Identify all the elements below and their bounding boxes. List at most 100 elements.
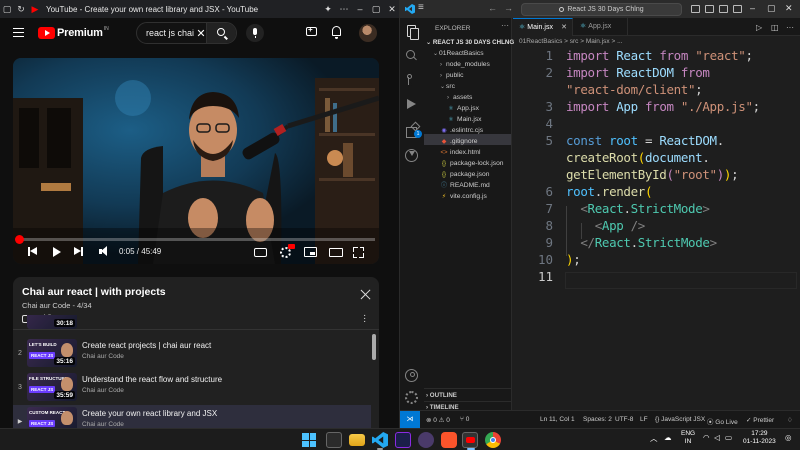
create-video-icon[interactable] bbox=[306, 25, 317, 36]
go-live-button[interactable]: ⦿ Go Live bbox=[707, 416, 738, 426]
account-icon[interactable] bbox=[405, 369, 418, 382]
tree-item[interactable]: {} package-lock.json bbox=[440, 158, 504, 169]
cursor-position[interactable]: Ln 11, Col 1 bbox=[540, 416, 575, 423]
menu-icon[interactable]: ≡ bbox=[418, 3, 425, 13]
playlist-item[interactable]: 30:18 bbox=[13, 315, 371, 330]
forward-arrow-icon[interactable]: → bbox=[504, 3, 513, 13]
brave-browser-icon[interactable] bbox=[441, 432, 457, 448]
customize-layout-icon[interactable] bbox=[733, 5, 742, 13]
file-explorer-icon[interactable] bbox=[349, 434, 365, 446]
playlist-item-current[interactable]: ▶ CUSTOM REACT REACT JS Create your own … bbox=[13, 405, 371, 428]
code-editor[interactable]: 1 2 3 4 5 6 7 8 9 10 11 import React from "react";… bbox=[513, 46, 800, 410]
toggle-sidebar-icon[interactable] bbox=[691, 5, 700, 13]
notifications-bell-icon[interactable] bbox=[332, 26, 341, 39]
video-progress-bar[interactable] bbox=[14, 235, 375, 244]
split-editor-icon[interactable]: ◫ bbox=[771, 23, 779, 32]
volume-icon[interactable] bbox=[99, 246, 111, 258]
menu-dots-icon[interactable]: ⋯ bbox=[336, 4, 352, 15]
project-root[interactable]: ⌄ REACT JS 30 DAYS CHLNG bbox=[426, 39, 514, 46]
onedrive-cloud-icon[interactable]: ☁ bbox=[664, 433, 672, 442]
ports-status[interactable]: ⑂ 0 bbox=[460, 416, 469, 423]
more-actions-icon[interactable]: ··· bbox=[786, 23, 794, 32]
playlist-item[interactable]: 2 LET'S BUILD REACT JS 35:16 Create reac… bbox=[13, 337, 371, 370]
voice-search-button[interactable] bbox=[246, 24, 264, 42]
problems-status[interactable]: ⊗ 0 ⚠ 0 bbox=[426, 416, 450, 424]
fullscreen-icon[interactable] bbox=[353, 247, 364, 258]
remote-indicator-icon[interactable]: ⋊ bbox=[400, 411, 420, 428]
language-indicator[interactable]: ENG IN bbox=[681, 430, 695, 446]
eol-status[interactable]: LF bbox=[640, 416, 648, 423]
play-icon[interactable] bbox=[53, 246, 62, 258]
tree-item[interactable]: <> index.html bbox=[440, 147, 480, 158]
outline-section[interactable]: › OUTLINE bbox=[426, 392, 457, 399]
search-input[interactable]: react js chai ✕ bbox=[136, 22, 237, 44]
tree-item[interactable]: ⚛ Main.jsx bbox=[447, 114, 481, 125]
explorer-icon[interactable] bbox=[405, 25, 419, 40]
tree-item[interactable]: › public bbox=[440, 70, 463, 81]
wifi-icon[interactable]: ◠ bbox=[703, 433, 710, 442]
close-playlist-icon[interactable] bbox=[360, 289, 371, 300]
extensions-icon[interactable]: ✦ bbox=[320, 4, 336, 15]
app-icon[interactable] bbox=[418, 432, 434, 448]
tree-item[interactable]: ⚡ vite.config.js bbox=[440, 191, 487, 202]
tree-item[interactable]: {} package.json bbox=[440, 169, 489, 180]
tab-app-jsx[interactable]: ⚛ App.jsx bbox=[574, 18, 628, 36]
encoding-status[interactable]: UTF-8 bbox=[615, 416, 633, 423]
language-mode[interactable]: {} JavaScript JSX bbox=[655, 416, 705, 423]
previous-video-icon[interactable] bbox=[28, 246, 38, 258]
tree-item[interactable]: › assets bbox=[447, 92, 472, 103]
tree-item[interactable]: › node_modules bbox=[440, 59, 490, 70]
vscode-taskbar-icon[interactable] bbox=[372, 432, 388, 448]
toggle-panel-icon[interactable] bbox=[705, 5, 714, 13]
show-hidden-icons-icon[interactable]: ︿ bbox=[650, 433, 658, 444]
remote-explorer-icon[interactable] bbox=[405, 149, 418, 162]
theater-mode-icon[interactable] bbox=[329, 248, 343, 257]
back-arrow-icon[interactable]: ← bbox=[488, 3, 497, 13]
start-windows-icon[interactable] bbox=[301, 432, 317, 448]
subtitles-icon[interactable] bbox=[254, 248, 267, 257]
youtube-logo[interactable]: Premium IN bbox=[38, 26, 109, 40]
minimize-button[interactable]: – bbox=[750, 3, 755, 13]
clock[interactable]: 17:29 01-11-2023 bbox=[743, 430, 776, 446]
tabs-icon[interactable]: ▢ bbox=[0, 4, 14, 15]
breadcrumb[interactable]: 01ReactBasics > src > Main.jsx > ... bbox=[519, 38, 623, 45]
minimize-button[interactable]: – bbox=[352, 4, 368, 14]
progress-scrubber[interactable] bbox=[14, 235, 24, 244]
notification-center-icon[interactable]: ◎ bbox=[785, 433, 792, 442]
maximize-button[interactable]: ▢ bbox=[767, 3, 776, 14]
command-center[interactable]: React JS 30 Days Chlng bbox=[521, 3, 682, 16]
playlist-subtitle[interactable]: Chai aur Code - 4/34 bbox=[22, 301, 92, 310]
toggle-secondary-sidebar-icon[interactable] bbox=[719, 5, 728, 13]
search-button[interactable] bbox=[206, 23, 236, 43]
hamburger-menu-icon[interactable] bbox=[13, 28, 24, 37]
chrome-icon[interactable] bbox=[485, 432, 501, 448]
playlist-scrollbar[interactable] bbox=[372, 334, 376, 360]
battery-icon[interactable]: ▭ bbox=[725, 433, 732, 442]
source-control-icon[interactable] bbox=[405, 73, 418, 86]
manage-gear-icon[interactable] bbox=[405, 391, 418, 404]
tab-main-jsx[interactable]: ⚛ Main.jsx ✕ bbox=[513, 18, 573, 36]
close-button[interactable]: ✕ bbox=[785, 3, 793, 14]
tree-item[interactable]: ◆ .gitignore bbox=[440, 136, 478, 147]
playlist-title[interactable]: Chai aur react | with projects bbox=[22, 286, 166, 298]
tree-item[interactable]: ⌄01ReactBasics bbox=[433, 48, 484, 59]
maximize-button[interactable]: ▢ bbox=[368, 4, 384, 15]
explorer-more-icon[interactable]: ··· bbox=[501, 21, 509, 30]
run-debug-icon[interactable] bbox=[405, 98, 418, 111]
tree-item[interactable]: ◉ .eslintrc.cjs bbox=[440, 125, 483, 136]
miniplayer-icon[interactable] bbox=[304, 247, 317, 257]
tree-item[interactable]: ⚛ App.jsx bbox=[447, 103, 479, 114]
youtube-app-icon[interactable] bbox=[462, 432, 478, 448]
next-video-icon[interactable] bbox=[74, 246, 84, 258]
task-view-icon[interactable] bbox=[326, 432, 342, 448]
run-file-icon[interactable]: ▷ bbox=[756, 23, 762, 32]
webstorm-icon[interactable] bbox=[395, 432, 411, 448]
avatar[interactable] bbox=[359, 24, 377, 42]
close-button[interactable]: ✕ bbox=[384, 4, 399, 15]
tree-item[interactable]: ⌄src bbox=[440, 81, 455, 92]
indentation-status[interactable]: Spaces: 2 bbox=[583, 416, 612, 423]
search-query[interactable]: react js chai bbox=[137, 28, 195, 38]
close-tab-icon[interactable]: ✕ bbox=[561, 19, 567, 37]
search-icon[interactable] bbox=[405, 49, 418, 62]
volume-icon[interactable]: ◁ bbox=[714, 433, 720, 442]
